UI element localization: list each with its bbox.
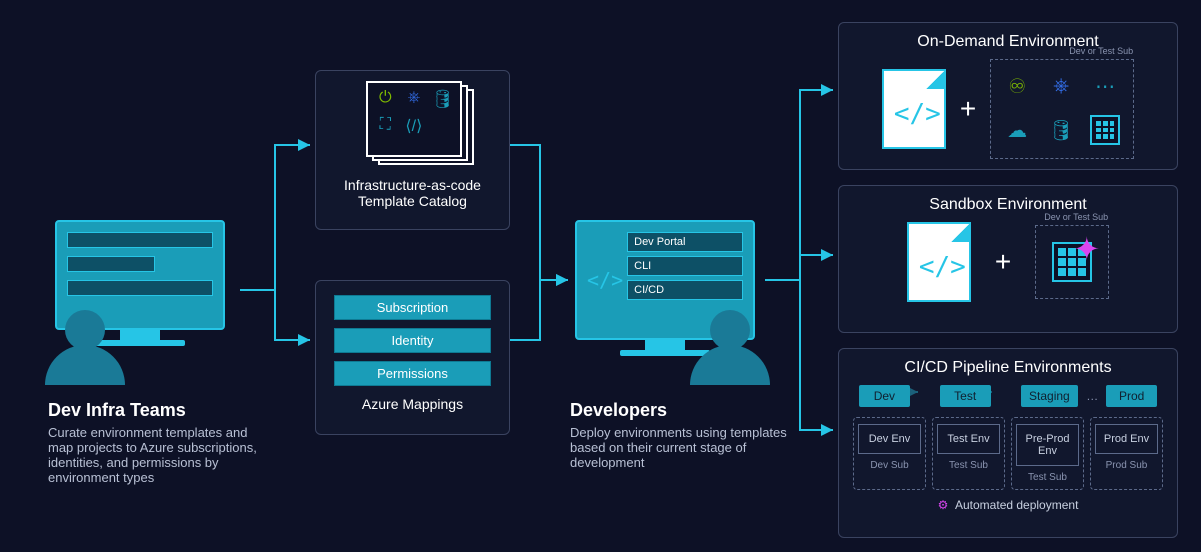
developers-text: Developers Deploy environments using tem… bbox=[570, 400, 790, 470]
ellipsis-icon: … bbox=[1086, 389, 1098, 403]
code-brackets-icon: </> bbox=[894, 99, 941, 129]
database-icon: 🛢 bbox=[431, 89, 454, 110]
stage-test: Test bbox=[940, 385, 991, 407]
kubernetes-icon: ⎈ bbox=[1043, 68, 1079, 104]
catalog-panel: ⏻ ⎈ 🛢 ⛶ ⟨/⟩ Infrastructure-as-code Templ… bbox=[315, 70, 510, 230]
env-dev: Dev Env Dev Sub bbox=[853, 417, 926, 490]
database-icon: 🛢 bbox=[1043, 112, 1079, 148]
expand-icon: ⛶ bbox=[380, 116, 391, 136]
infra-teams-text: Dev Infra Teams Curate environment templ… bbox=[48, 400, 268, 485]
stage-dev: Dev bbox=[859, 385, 910, 407]
tool-cicd: CI/CD bbox=[627, 280, 743, 300]
infra-teams-title: Dev Infra Teams bbox=[48, 400, 268, 421]
identity-button[interactable]: Identity bbox=[334, 328, 491, 353]
mappings-panel: Subscription Identity Permissions Azure … bbox=[315, 280, 510, 435]
sandbox-subnote: Dev or Test Sub bbox=[1044, 212, 1108, 222]
more-icon: ⋯ bbox=[1087, 68, 1123, 104]
stage-prod: Prod bbox=[1106, 385, 1157, 407]
template-file-icon: </> bbox=[907, 222, 971, 302]
code-icon: ⟨/⟩ bbox=[405, 116, 422, 136]
power-icon: ⏻ bbox=[379, 89, 392, 110]
developers-persona: </> Dev Portal CLI CI/CD bbox=[575, 220, 755, 356]
grid-service-icon bbox=[1087, 112, 1123, 148]
developers-title: Developers bbox=[570, 400, 790, 421]
stage-staging: Staging bbox=[1021, 385, 1079, 407]
permissions-button[interactable]: Permissions bbox=[334, 361, 491, 386]
mappings-title: Azure Mappings bbox=[334, 396, 491, 412]
ondemand-panel: On-Demand Environment </> + Dev or Test … bbox=[838, 22, 1178, 170]
ondemand-subnote: Dev or Test Sub bbox=[1069, 46, 1133, 56]
pipeline-title: CI/CD Pipeline Environments bbox=[853, 359, 1163, 377]
infra-teams-desc: Curate environment templates and map pro… bbox=[48, 425, 268, 485]
env-prod: Prod Env Prod Sub bbox=[1090, 417, 1163, 490]
developers-desc: Deploy environments using templates base… bbox=[570, 425, 790, 470]
env-test: Test Env Test Sub bbox=[932, 417, 1005, 490]
sandbox-title: Sandbox Environment bbox=[855, 196, 1161, 214]
pipeline-panel: CI/CD Pipeline Environments Dev Test Sta… bbox=[838, 348, 1178, 538]
sparkle-icon: ✦ bbox=[1073, 230, 1100, 268]
cloud-icon: ☁ bbox=[999, 112, 1035, 148]
tool-cli: CLI bbox=[627, 256, 743, 276]
gear-icon: ⚙ bbox=[938, 498, 949, 512]
devops-icon: ♾ bbox=[999, 68, 1035, 104]
kubernetes-icon: ⎈ bbox=[407, 89, 420, 110]
sandbox-panel: Sandbox Environment </> + Dev or Test Su… bbox=[838, 185, 1178, 333]
plus-icon: + bbox=[960, 93, 976, 125]
catalog-title: Infrastructure-as-code Template Catalog bbox=[326, 177, 499, 209]
automated-deployment-label: Automated deployment bbox=[955, 498, 1078, 512]
code-brackets-icon: </> bbox=[587, 268, 623, 292]
plus-icon: + bbox=[995, 246, 1011, 278]
code-brackets-icon: </> bbox=[919, 252, 966, 282]
tool-devportal: Dev Portal bbox=[627, 232, 743, 252]
template-file-icon: </> bbox=[882, 69, 946, 149]
infra-teams-persona bbox=[55, 220, 225, 346]
env-preprod: Pre-Prod Env Test Sub bbox=[1011, 417, 1084, 490]
subscription-button[interactable]: Subscription bbox=[334, 295, 491, 320]
